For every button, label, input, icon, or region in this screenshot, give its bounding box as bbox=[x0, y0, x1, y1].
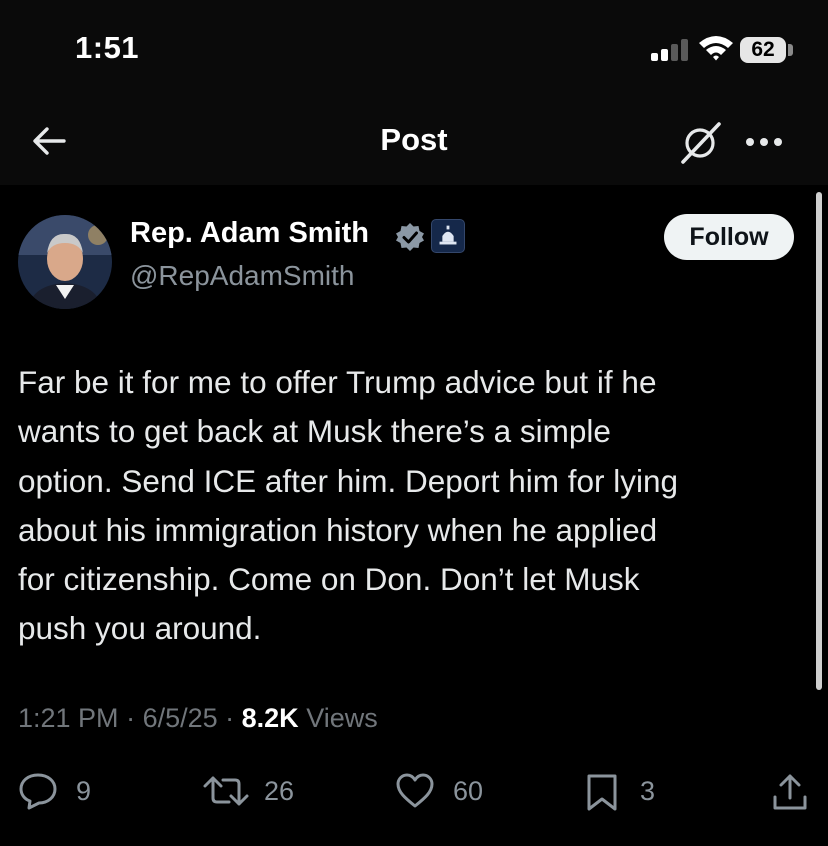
verified-badge-icon bbox=[396, 223, 424, 251]
post-time: 1:21 PM bbox=[18, 703, 119, 733]
post-text: Far be it for me to offer Trump advice b… bbox=[18, 358, 808, 654]
like-button[interactable]: 60 bbox=[395, 768, 505, 814]
post-meta: 1:21 PM · 6/5/25 · 8.2K Views bbox=[18, 703, 378, 733]
post-line: for citizenship. Come on Don. Don’t let … bbox=[18, 561, 640, 598]
scrollbar[interactable] bbox=[816, 192, 822, 690]
author-name[interactable]: Rep. Adam Smith bbox=[130, 217, 369, 250]
avatar[interactable] bbox=[18, 215, 112, 309]
post-line: about his immigration history when he ap… bbox=[18, 511, 658, 548]
post-line: Far be it for me to offer Trump advice b… bbox=[18, 364, 657, 400]
reply-icon bbox=[19, 773, 57, 810]
bookmark-count: 3 bbox=[640, 776, 656, 806]
views-label: Views bbox=[306, 703, 378, 733]
views-count[interactable]: 8.2K bbox=[242, 703, 299, 733]
battery-indicator: 62 bbox=[740, 37, 786, 63]
share-icon bbox=[773, 774, 807, 810]
status-time: 1:51 bbox=[75, 30, 140, 65]
bookmark-icon bbox=[587, 774, 617, 811]
share-button[interactable] bbox=[770, 768, 814, 814]
post-line: option. Send ICE after him. Deport him f… bbox=[18, 462, 679, 499]
reply-count: 9 bbox=[76, 776, 92, 806]
repost-button[interactable]: 26 bbox=[202, 768, 312, 814]
battery-nub bbox=[788, 44, 793, 56]
bookmark-button[interactable]: 3 bbox=[584, 768, 674, 814]
reply-button[interactable]: 9 bbox=[18, 768, 108, 814]
cellular-signal-icon bbox=[651, 39, 691, 61]
post-line: wants to get back at Musk there’s a simp… bbox=[18, 413, 611, 450]
capitol-dome-icon[interactable] bbox=[431, 219, 465, 253]
action-bar: 9 26 60 3 bbox=[0, 768, 828, 814]
heart-icon bbox=[396, 773, 434, 808]
follow-button[interactable]: Follow bbox=[664, 214, 794, 260]
repost-count: 26 bbox=[264, 776, 295, 806]
repost-icon bbox=[203, 776, 249, 806]
wifi-icon bbox=[699, 36, 733, 61]
post-line: push you around. bbox=[18, 610, 262, 647]
post-date: 6/5/25 bbox=[142, 703, 218, 733]
like-count: 60 bbox=[453, 776, 484, 806]
more-icon[interactable] bbox=[745, 136, 785, 148]
author-handle[interactable]: @RepAdamSmith bbox=[130, 260, 355, 292]
grok-icon[interactable] bbox=[679, 120, 723, 164]
